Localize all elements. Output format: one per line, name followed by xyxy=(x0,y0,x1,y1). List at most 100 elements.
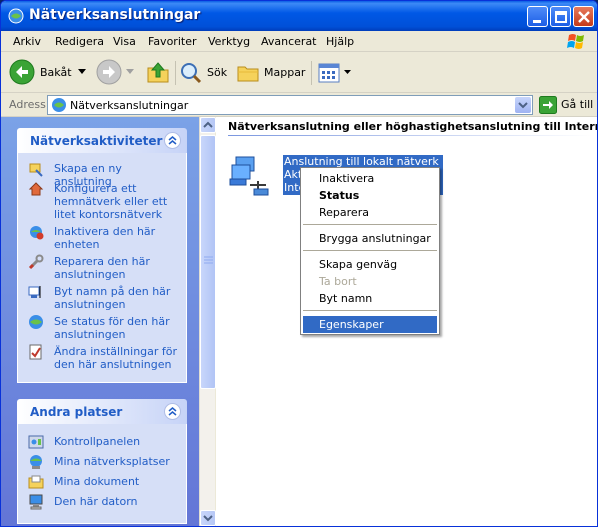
place-label: Mina dokument xyxy=(54,475,140,488)
ctx-repair[interactable]: Reparera xyxy=(303,204,437,221)
back-button[interactable]: Bakåt xyxy=(9,59,77,87)
up-folder-icon[interactable] xyxy=(145,59,171,85)
folders-icon xyxy=(237,66,259,82)
vertical-scrollbar[interactable] xyxy=(199,117,216,526)
windows-logo-icon xyxy=(567,34,584,49)
ctx-status[interactable]: Status xyxy=(303,187,437,204)
menu-avancerat[interactable]: Avancerat xyxy=(261,35,317,48)
network-tasks-header[interactable]: Nätverksaktiviteter xyxy=(17,128,187,153)
scroll-thumb[interactable] xyxy=(200,135,216,389)
context-menu: Inaktivera Status Reparera Brygga anslut… xyxy=(300,167,440,335)
toolbar: Bakåt Sök Mappar xyxy=(1,53,597,93)
control-panel-icon xyxy=(28,435,44,449)
other-places-header[interactable]: Andra platser xyxy=(17,399,187,424)
network-tasks-panel: Nätverksaktiviteter Skapa en ny anslutni… xyxy=(17,128,187,383)
repair-icon xyxy=(28,254,44,270)
chevron-up-icon xyxy=(168,407,177,416)
toolbar-separator xyxy=(311,61,312,85)
lan-connection-icon[interactable] xyxy=(228,151,280,199)
network-tasks-body: Skapa en ny anslutning Konfigurera ett h… xyxy=(17,153,187,383)
network-connections-icon xyxy=(8,8,24,24)
other-places-panel: Andra platser Kontrollpanelen Mina nätve… xyxy=(17,399,187,524)
views-chevron-icon xyxy=(344,70,351,74)
views-button[interactable] xyxy=(317,59,353,87)
back-label: Bakåt xyxy=(40,66,72,79)
other-places-title: Andra platser xyxy=(30,405,123,419)
task-label: Byt namn på den här anslutningen xyxy=(54,285,171,311)
address-value: Nätverksanslutningar xyxy=(70,99,189,112)
search-icon xyxy=(181,63,202,84)
back-history-chevron-icon[interactable] xyxy=(78,69,86,75)
network-places-icon xyxy=(30,455,42,469)
menu-verktyg[interactable]: Verktyg xyxy=(208,35,250,48)
folders-button[interactable]: Mappar xyxy=(236,59,306,87)
menu-favoriter[interactable]: Favoriter xyxy=(148,35,196,48)
menu-arkiv[interactable]: Arkiv xyxy=(13,35,41,48)
task-label: Ändra inställningar för den här anslutni… xyxy=(54,345,178,371)
network-tasks-title: Nätverksaktiviteter xyxy=(30,134,163,148)
other-places-body: Kontrollpanelen Mina nätverksplatser Min… xyxy=(17,424,187,524)
title-bar[interactable]: Nätverksanslutningar xyxy=(1,1,597,31)
address-input[interactable]: Nätverksanslutningar xyxy=(47,95,533,115)
close-button[interactable] xyxy=(573,6,594,27)
home-network-icon xyxy=(28,182,44,196)
task-label: Inaktivera den här enheten xyxy=(54,225,156,251)
menu-visa[interactable]: Visa xyxy=(113,35,136,48)
ctx-separator xyxy=(303,224,437,225)
ctx-separator xyxy=(303,250,437,251)
rename-icon xyxy=(28,286,41,298)
window-title: Nätverksanslutningar xyxy=(29,7,201,23)
settings-icon xyxy=(29,344,42,360)
views-icon xyxy=(318,63,340,83)
place-label: Den här datorn xyxy=(54,495,138,508)
my-computer-icon xyxy=(29,494,43,510)
search-label: Sök xyxy=(207,66,228,79)
chevron-down-icon xyxy=(203,515,213,522)
chevron-down-icon xyxy=(518,102,528,109)
ctx-properties[interactable]: Egenskaper xyxy=(303,316,437,333)
collapse-button[interactable] xyxy=(164,403,181,420)
group-divider xyxy=(228,135,592,136)
network-connections-icon xyxy=(52,98,66,112)
folders-label: Mappar xyxy=(264,66,306,79)
go-button[interactable]: Gå till xyxy=(539,96,595,114)
place-label: Kontrollpanelen xyxy=(54,435,141,448)
scroll-down-button[interactable] xyxy=(200,510,216,526)
group-header: Nätverksanslutning eller höghastighetsan… xyxy=(228,120,598,133)
ctx-disable[interactable]: Inaktivera xyxy=(303,170,437,187)
address-bar: Adress Nätverksanslutningar Gå till xyxy=(1,93,597,117)
explorer-window: Nätverksanslutningar Arkiv Redigera Visa… xyxy=(0,0,598,527)
new-connection-icon xyxy=(29,163,43,177)
disable-device-icon xyxy=(30,226,44,240)
ctx-bridge[interactable]: Brygga anslutningar xyxy=(303,230,437,247)
task-label: Reparera den här anslutningen xyxy=(54,255,150,281)
close-icon xyxy=(578,11,590,23)
collapse-button[interactable] xyxy=(164,132,181,149)
ctx-rename[interactable]: Byt namn xyxy=(303,290,437,307)
menu-redigera[interactable]: Redigera xyxy=(55,35,104,48)
grip-icon xyxy=(204,256,213,264)
toolbar-separator xyxy=(175,61,176,85)
maximize-button[interactable] xyxy=(550,6,571,27)
chevron-up-icon xyxy=(203,121,213,128)
address-dropdown-button[interactable] xyxy=(515,97,531,113)
minimize-button[interactable] xyxy=(527,6,548,27)
maximize-icon xyxy=(555,11,567,23)
forward-arrow-icon[interactable] xyxy=(96,59,122,85)
search-button[interactable]: Sök xyxy=(179,59,231,87)
scroll-up-button[interactable] xyxy=(200,117,216,133)
minimize-icon xyxy=(533,20,541,23)
place-label: Mina nätverksplatser xyxy=(54,455,170,468)
menu-bar: Arkiv Redigera Visa Favoriter Verktyg Av… xyxy=(1,31,597,52)
chevron-up-icon xyxy=(168,136,177,145)
task-pane: Nätverksaktiviteter Skapa en ny anslutni… xyxy=(1,117,199,526)
ctx-delete: Ta bort xyxy=(319,275,357,288)
menu-hjalp[interactable]: Hjälp xyxy=(326,35,354,48)
my-documents-icon xyxy=(28,475,44,489)
go-label: Gå till xyxy=(561,98,594,111)
ctx-create-shortcut[interactable]: Skapa genväg xyxy=(303,256,437,273)
forward-history-chevron-icon[interactable] xyxy=(126,69,134,75)
ctx-separator xyxy=(303,310,437,311)
go-arrow-icon xyxy=(539,96,557,114)
task-label: Se status för den här anslutningen xyxy=(54,315,170,341)
